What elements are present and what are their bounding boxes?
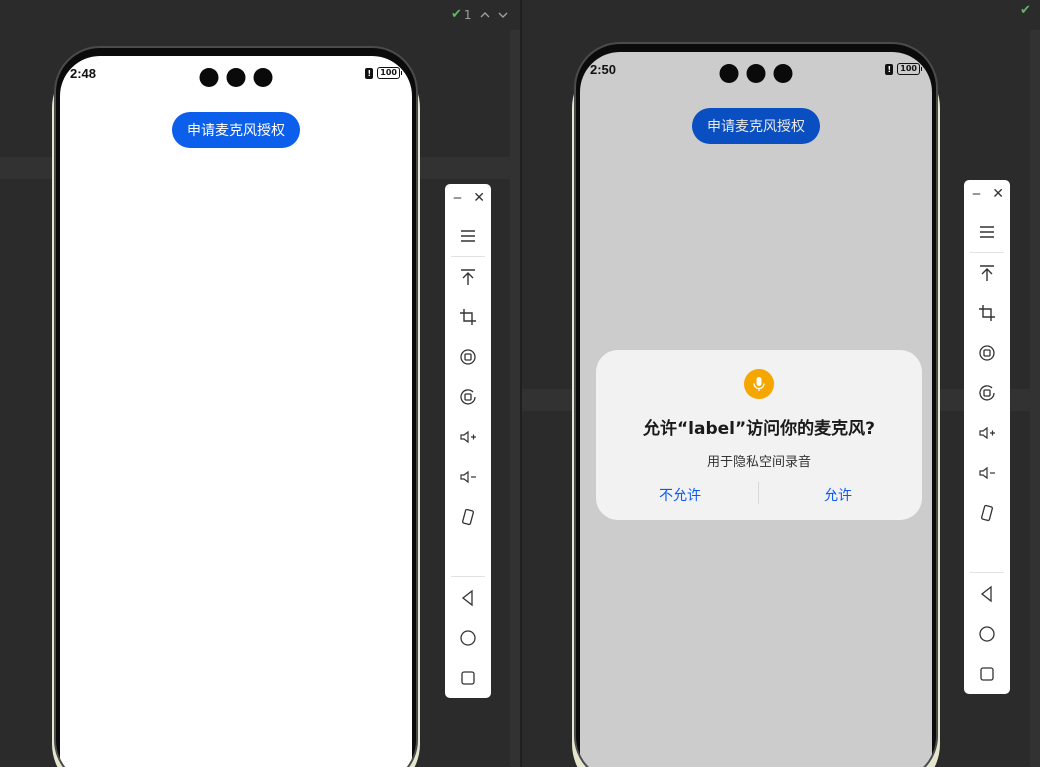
volume-up-icon[interactable] bbox=[964, 417, 1010, 449]
menu-icon[interactable] bbox=[445, 220, 491, 252]
volume-down-icon[interactable] bbox=[445, 461, 491, 493]
battery-icon: 100 bbox=[897, 63, 922, 75]
crop-icon[interactable] bbox=[964, 297, 1010, 329]
camera-icon bbox=[773, 64, 793, 83]
phone-frame: 2:50 ! 100 申请麦克风授权 允许“label”访问你的麦克风? 用于隐… bbox=[574, 42, 938, 767]
pin-to-top-icon[interactable] bbox=[964, 257, 1010, 289]
inspection-status: ✔ bbox=[1020, 3, 1031, 18]
right-emulator-pane: ✔ 2:50 ! 100 申请麦克风授权 允许“label”访问你的麦克风? 用… bbox=[522, 0, 1040, 767]
phone-screen: 2:50 ! 100 申请麦克风授权 允许“label”访问你的麦克风? 用于隐… bbox=[580, 52, 932, 767]
shake-icon[interactable] bbox=[964, 497, 1010, 529]
left-emulator-pane: ✔ 1 2:48 ! 100 申请麦克风授权 ‒ ✕ bbox=[0, 0, 520, 767]
rotate-left-icon[interactable] bbox=[964, 337, 1010, 369]
notification-icon: ! bbox=[365, 67, 374, 79]
deny-button[interactable]: 不允许 bbox=[600, 484, 760, 506]
dialog-subtitle: 用于隐私空间录音 bbox=[706, 455, 811, 470]
microphone-icon bbox=[744, 369, 774, 399]
permission-dialog: 允许“label”访问你的麦克风? 用于隐私空间录音 不允许 允许 bbox=[596, 350, 922, 520]
rotate-right-icon[interactable] bbox=[964, 377, 1010, 409]
back-icon[interactable] bbox=[445, 582, 491, 614]
pin-to-top-icon[interactable] bbox=[445, 261, 491, 293]
status-time: 2:48 bbox=[70, 66, 97, 81]
allow-button[interactable]: 允许 bbox=[758, 484, 918, 506]
close-icon[interactable]: ✕ bbox=[992, 186, 1004, 202]
camera-icon bbox=[719, 64, 739, 83]
recents-icon[interactable] bbox=[445, 662, 491, 694]
request-microphone-button[interactable]: 申请麦克风授权 bbox=[172, 112, 300, 148]
chevron-down-icon[interactable] bbox=[498, 8, 508, 22]
volume-up-icon[interactable] bbox=[445, 421, 491, 453]
minimize-icon[interactable]: ‒ bbox=[972, 186, 981, 202]
request-microphone-button[interactable]: 申请麦克风授权 bbox=[692, 108, 820, 144]
warning-check-icon: ✔ bbox=[451, 7, 462, 22]
battery-icon: 100 bbox=[377, 67, 402, 79]
camera-icon bbox=[226, 68, 246, 87]
rotate-left-icon[interactable] bbox=[445, 341, 491, 373]
warning-count: 1 bbox=[463, 7, 472, 22]
phone-screen: 2:48 ! 100 申请麦克风授权 bbox=[60, 56, 412, 767]
phone-frame: 2:48 ! 100 申请麦克风授权 bbox=[54, 46, 418, 767]
camera-icon bbox=[253, 68, 273, 87]
rotate-right-icon[interactable] bbox=[445, 381, 491, 413]
check-icon: ✔ bbox=[1020, 3, 1031, 18]
volume-down-icon[interactable] bbox=[964, 457, 1010, 489]
camera-cutout bbox=[719, 64, 793, 83]
home-icon[interactable] bbox=[964, 618, 1010, 650]
minimize-icon[interactable]: ‒ bbox=[453, 190, 462, 206]
camera-cutout bbox=[199, 68, 273, 87]
status-icons: ! 100 bbox=[885, 63, 922, 75]
shake-icon[interactable] bbox=[445, 501, 491, 533]
scrollbar[interactable] bbox=[1030, 30, 1040, 767]
camera-icon bbox=[199, 68, 219, 87]
crop-icon[interactable] bbox=[445, 301, 491, 333]
emulator-toolbar: ‒ ✕ bbox=[964, 180, 1010, 694]
home-icon[interactable] bbox=[445, 622, 491, 654]
inspection-status[interactable]: ✔ 1 bbox=[451, 7, 508, 22]
camera-icon bbox=[746, 64, 766, 83]
scrollbar[interactable] bbox=[510, 30, 520, 767]
status-time: 2:50 bbox=[590, 62, 617, 77]
back-icon[interactable] bbox=[964, 578, 1010, 610]
chevron-up-icon[interactable] bbox=[480, 8, 490, 22]
dialog-title: 允许“label”访问你的麦克风? bbox=[642, 419, 876, 439]
menu-icon[interactable] bbox=[964, 216, 1010, 248]
notification-icon: ! bbox=[885, 63, 894, 75]
recents-icon[interactable] bbox=[964, 658, 1010, 690]
close-icon[interactable]: ✕ bbox=[473, 190, 485, 206]
status-icons: ! 100 bbox=[365, 67, 402, 79]
emulator-toolbar: ‒ ✕ bbox=[445, 184, 491, 698]
